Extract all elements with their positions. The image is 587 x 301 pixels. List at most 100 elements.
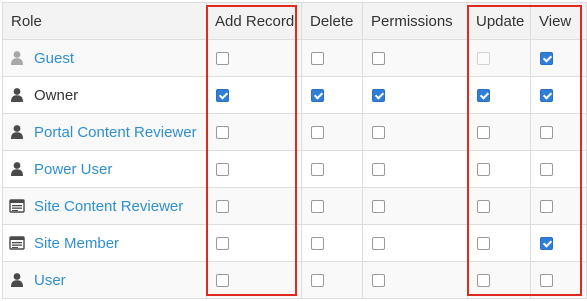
update-checkbox[interactable] [477,126,490,140]
permissions-checkbox[interactable] [372,163,385,177]
table-row: Site Content Reviewer [2,187,587,225]
header-row: Role Add Record Delete Permissions Updat… [2,2,587,40]
role-cell: Portal Content Reviewer [2,113,207,151]
view-cell [530,76,587,114]
delete-cell [301,113,363,151]
update-checkbox[interactable] [477,200,490,214]
delete-cell [301,76,363,114]
role-cell: Power User [2,150,207,188]
table-row: Owner [2,76,587,114]
table-row: Portal Content Reviewer [2,113,587,151]
view-checkbox[interactable] [540,163,553,177]
delete-checkbox[interactable] [311,237,324,251]
permissions-cell [362,187,468,225]
update-checkbox[interactable] [477,237,490,251]
update-checkbox [477,52,490,66]
role-portal-content-reviewer-link[interactable]: Portal Content Reviewer [34,124,197,141]
role-cell: Site Member [2,224,207,262]
permissions-checkbox[interactable] [372,89,385,103]
header-update: Update [467,2,531,40]
role-site-member-link[interactable]: Site Member [34,235,119,252]
add-record-cell [206,76,302,114]
update-cell [467,39,531,77]
add-record-cell [206,224,302,262]
view-checkbox[interactable] [540,52,553,66]
site-icon [9,235,25,251]
delete-cell [301,150,363,188]
add-record-cell [206,150,302,188]
permissions-checkbox[interactable] [372,274,385,288]
delete-cell [301,39,363,77]
role-site-content-reviewer-link[interactable]: Site Content Reviewer [34,198,183,215]
delete-checkbox[interactable] [311,52,324,66]
add-record-cell [206,187,302,225]
role-cell: Owner [2,76,207,114]
view-checkbox[interactable] [540,237,553,251]
delete-cell [301,261,363,299]
view-cell [530,150,587,188]
permissions-checkbox[interactable] [372,52,385,66]
add-record-checkbox[interactable] [216,52,229,66]
view-checkbox[interactable] [540,126,553,140]
header-role: Role [2,2,207,40]
view-cell [530,261,587,299]
permissions-cell [362,150,468,188]
view-checkbox[interactable] [540,89,553,103]
update-checkbox[interactable] [477,89,490,103]
header-add-record: Add Record [206,2,302,40]
user-icon [9,272,25,288]
role-power-user-link[interactable]: Power User [34,161,112,178]
role-cell: Site Content Reviewer [2,187,207,225]
add-record-checkbox[interactable] [216,200,229,214]
permissions-table: Role Add Record Delete Permissions Updat… [2,2,587,299]
view-checkbox[interactable] [540,200,553,214]
permissions-cell [362,224,468,262]
add-record-checkbox[interactable] [216,89,229,103]
role-cell: Guest [2,39,207,77]
delete-checkbox[interactable] [311,200,324,214]
view-checkbox[interactable] [540,274,553,288]
header-view: View [530,2,587,40]
add-record-checkbox[interactable] [216,274,229,288]
update-checkbox[interactable] [477,274,490,288]
add-record-checkbox[interactable] [216,237,229,251]
role-owner-label: Owner [34,86,79,104]
delete-cell [301,187,363,225]
add-record-checkbox[interactable] [216,163,229,177]
update-cell [467,113,531,151]
permissions-cell [362,113,468,151]
permissions-checkbox[interactable] [372,200,385,214]
add-record-cell [206,113,302,151]
table-row: Site Member [2,224,587,262]
delete-checkbox[interactable] [311,126,324,140]
update-checkbox[interactable] [477,163,490,177]
permissions-cell [362,39,468,77]
permissions-checkbox[interactable] [372,126,385,140]
add-record-cell [206,39,302,77]
delete-checkbox[interactable] [311,89,324,103]
delete-checkbox[interactable] [311,163,324,177]
update-cell [467,224,531,262]
permissions-cell [362,261,468,299]
header-delete: Delete [301,2,363,40]
view-cell [530,39,587,77]
table-row: Guest [2,39,587,77]
view-cell [530,113,587,151]
add-record-cell [206,261,302,299]
role-user-link[interactable]: User [34,272,66,289]
role-guest-link[interactable]: Guest [34,50,74,67]
permissions-checkbox[interactable] [372,237,385,251]
add-record-checkbox[interactable] [216,126,229,140]
delete-checkbox[interactable] [311,274,324,288]
update-cell [467,261,531,299]
view-cell [530,187,587,225]
update-cell [467,187,531,225]
header-permissions: Permissions [362,2,468,40]
delete-cell [301,224,363,262]
table-row: User [2,261,587,299]
table-row: Power User [2,150,587,188]
role-cell: User [2,261,207,299]
permissions-cell [362,76,468,114]
user-icon [9,87,25,103]
user-icon [9,161,25,177]
